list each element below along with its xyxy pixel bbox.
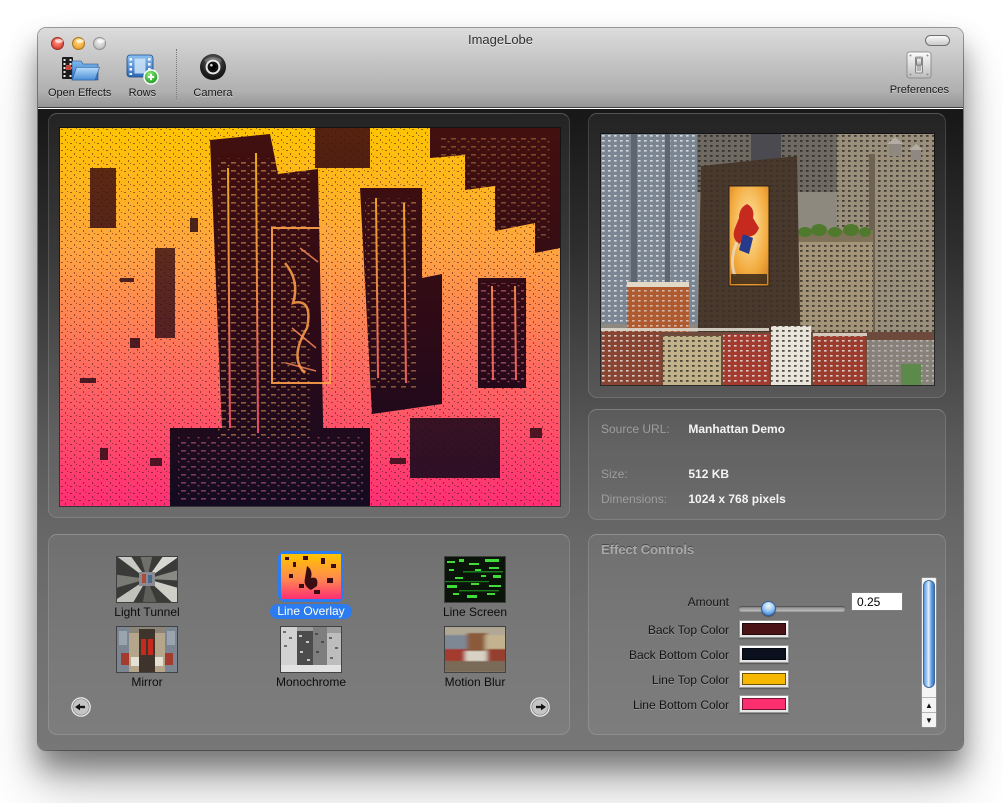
open-effects-button[interactable]: Open Effects xyxy=(48,52,111,99)
info-row-dimensions: Dimensions: 1024 x 768 pixels xyxy=(601,492,933,506)
line-screen-thumbnail xyxy=(445,557,505,602)
effect-label-line-screen: Line Screen xyxy=(436,605,514,620)
source-url-label: Source URL: xyxy=(601,422,685,436)
effect-label-line-overlay: Line Overlay xyxy=(270,604,351,619)
source-image xyxy=(601,134,934,385)
size-value: 512 KB xyxy=(688,467,729,481)
camera-label: Camera xyxy=(193,87,232,99)
titlebar-toolbar: ImageLobe xyxy=(38,28,963,108)
app-window: ImageLobe xyxy=(38,28,963,750)
selection-highlight xyxy=(278,551,344,602)
light-tunnel-thumbnail xyxy=(117,557,177,602)
camera-icon xyxy=(196,52,230,86)
line-overlay-thumbnail xyxy=(281,554,341,599)
scrollbar-up-button[interactable]: ▲ xyxy=(922,697,936,712)
back-bottom-color-swatch xyxy=(742,648,786,660)
controls-scrollbar[interactable]: ▲ ▼ xyxy=(921,577,937,728)
effect-item-light-tunnel[interactable]: Light Tunnel xyxy=(77,557,217,620)
line-top-color-well[interactable] xyxy=(739,670,789,688)
preferences-button[interactable]: Preferences xyxy=(890,49,949,96)
effect-item-line-overlay[interactable]: Line Overlay xyxy=(241,551,381,619)
amount-value-field[interactable] xyxy=(851,592,903,611)
effect-item-mirror[interactable]: Mirror xyxy=(77,627,217,690)
content-area: Source URL: Manhattan Demo Size: 512 KB … xyxy=(38,109,963,750)
back-bottom-color-well[interactable] xyxy=(739,645,789,663)
scrollbar-thumb[interactable] xyxy=(923,580,935,688)
back-bottom-color-label: Back Bottom Color xyxy=(597,648,729,662)
dimensions-value: 1024 x 768 pixels xyxy=(688,492,785,506)
window-title: ImageLobe xyxy=(38,32,963,47)
effect-item-motion-blur[interactable]: Motion Blur xyxy=(405,627,545,690)
info-row-size: Size: 512 KB xyxy=(601,467,933,481)
open-effects-label: Open Effects xyxy=(48,87,111,99)
effect-controls-panel: Effect Controls Amount Back Top Color Ba… xyxy=(588,534,946,735)
amount-slider-track[interactable] xyxy=(739,606,845,611)
back-top-color-well[interactable] xyxy=(739,620,789,638)
info-row-source-url: Source URL: Manhattan Demo xyxy=(601,422,933,436)
effect-preview-image xyxy=(60,128,560,506)
effects-prev-button[interactable] xyxy=(71,697,91,717)
amount-slider[interactable] xyxy=(739,601,845,616)
source-image-panel xyxy=(588,113,946,398)
camera-button[interactable]: Camera xyxy=(193,52,232,99)
image-info-panel: Source URL: Manhattan Demo Size: 512 KB … xyxy=(588,409,946,520)
toolbar-right-group: Preferences xyxy=(890,49,949,96)
back-top-color-swatch xyxy=(742,623,786,635)
amount-label: Amount xyxy=(597,595,729,609)
line-top-color-label: Line Top Color xyxy=(597,673,729,687)
line-bottom-color-label: Line Bottom Color xyxy=(597,698,729,712)
dimensions-label: Dimensions: xyxy=(601,492,685,506)
rows-label: Rows xyxy=(129,87,157,99)
effect-label-motion-blur: Motion Blur xyxy=(438,675,513,690)
effect-label-monochrome: Monochrome xyxy=(269,675,353,690)
effects-next-button[interactable] xyxy=(530,697,550,717)
arrow-down-icon: ▼ xyxy=(925,716,933,725)
effects-browser-panel: Light Tunnel xyxy=(48,534,570,735)
monochrome-thumbnail xyxy=(281,627,341,672)
line-top-color-swatch xyxy=(742,673,786,685)
size-label: Size: xyxy=(601,467,685,481)
toolbar-separator xyxy=(176,49,177,99)
preferences-icon xyxy=(902,49,936,83)
rows-icon xyxy=(124,52,160,86)
amount-slider-thumb[interactable] xyxy=(761,601,776,616)
effect-preview-panel xyxy=(48,113,570,518)
toolbar-toggle-pill-button[interactable] xyxy=(925,35,950,46)
motion-blur-thumbnail xyxy=(445,627,505,672)
effect-label-light-tunnel: Light Tunnel xyxy=(107,605,186,620)
effect-controls-title: Effect Controls xyxy=(601,542,694,557)
line-bottom-color-well[interactable] xyxy=(739,695,789,713)
mirror-thumbnail xyxy=(117,627,177,672)
open-effects-icon xyxy=(60,52,100,86)
preferences-label: Preferences xyxy=(890,84,949,96)
toolbar-left-group: Open Effects xyxy=(48,49,233,99)
source-url-value: Manhattan Demo xyxy=(688,422,785,436)
rows-button[interactable]: Rows xyxy=(124,52,160,99)
arrow-up-icon: ▲ xyxy=(925,701,933,710)
effect-label-mirror: Mirror xyxy=(124,675,169,690)
line-bottom-color-swatch xyxy=(742,698,786,710)
back-top-color-label: Back Top Color xyxy=(597,623,729,637)
scrollbar-down-button[interactable]: ▼ xyxy=(922,712,936,727)
effect-item-monochrome[interactable]: Monochrome xyxy=(241,627,381,690)
effect-item-line-screen[interactable]: Line Screen xyxy=(405,557,545,620)
